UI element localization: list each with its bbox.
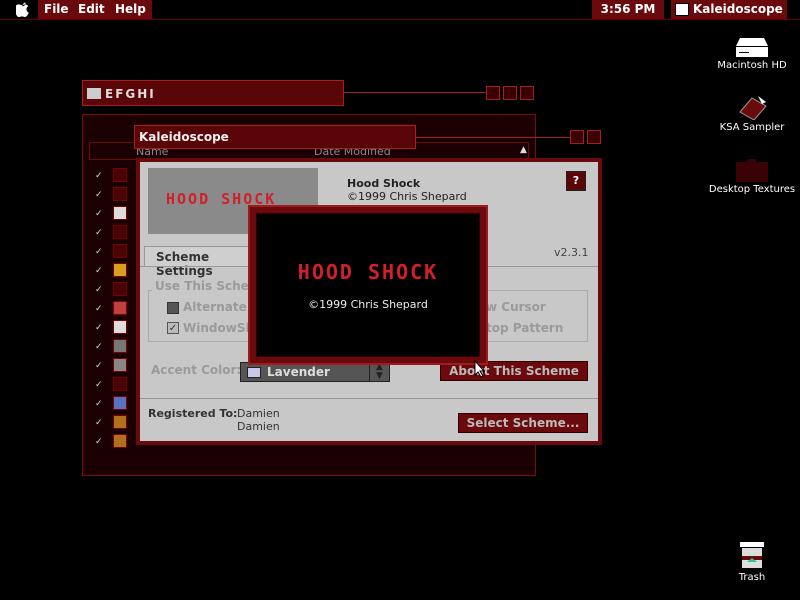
lock-icon [113,263,127,277]
about-dialog: HOOD SHOCK ©1999 Chris Shepard [248,205,488,365]
extension-icon [113,415,127,429]
control-panel-icon [113,244,127,258]
document-icon [113,320,127,334]
picture-icon [113,301,127,315]
keyboard-icon [113,396,127,410]
accent-color-popup[interactable]: Lavender ▲ ▼ [240,362,390,382]
checkmark-icon: ✓ [95,418,103,428]
checkmark-icon: ✓ [95,247,103,257]
alternate-label: Alternate [183,300,247,314]
titlebar-stripe [344,92,486,93]
desktop-icon-ksa-sampler[interactable]: KSA Sampler [704,94,800,133]
windowshade-box[interactable] [520,86,534,100]
cursor-option-label: w Cursor [486,300,546,314]
windowshade-label: WindowSh [183,321,254,335]
ksa-sampler-icon [736,94,768,121]
folder-icon [87,88,101,99]
windowshade-checkbox[interactable]: ✓ [167,322,179,334]
desktop-icon-label: Desktop Textures [708,184,796,195]
pattern-option-label: top Pattern [486,321,564,335]
scheme-copyright: ©1999 Chris Shepard [347,190,467,203]
titlebar-stripe [416,137,570,138]
finder-window-titlebar[interactable]: EFGHI [82,80,344,106]
desktop-icon-trash[interactable]: Trash [704,540,800,583]
extension-icon [113,434,127,448]
about-logo: HOOD SHOCK [297,260,439,284]
checkmark-icon: ✓ [95,266,103,276]
checkmark-icon: ✓ [95,437,103,447]
hard-disk-icon [736,38,768,58]
desktop-icon-label: Trash [738,572,766,583]
application-menu[interactable]: Kaleidoscope [671,0,787,19]
select-scheme-button[interactable]: Select Scheme... [458,413,588,433]
checkmark-icon: ✓ [95,209,103,219]
document-icon [113,206,127,220]
control-panel-icon [113,282,127,296]
control-panel-icon [113,225,127,239]
version-label: v2.3.1 [554,246,589,259]
collapse-box[interactable] [570,130,584,144]
checkmark-icon: ✓ [95,399,103,409]
checkmark-icon: ✓ [95,228,103,238]
menu-bar: File Edit Help 3:56 PM Kaleidoscope [0,0,800,20]
desktop-icon-desktop-textures[interactable]: Desktop Textures [704,158,800,195]
menu-edit[interactable]: Edit [72,0,111,19]
desktop-icon-label: Macintosh HD [717,60,787,71]
kaleidoscope-app-icon [675,3,689,16]
monitor-icon [113,358,127,372]
section-divider [140,398,598,399]
checkmark-icon: ✓ [95,361,103,371]
finder-window-title: EFGHI [105,87,156,101]
sort-triangle-icon[interactable]: ▲ [520,145,527,155]
menu-file[interactable]: File [38,0,75,19]
checkmark-icon: ✓ [95,171,103,181]
checkmark-icon: ✓ [95,190,103,200]
registered-organization: Damien [237,420,280,433]
menu-help[interactable]: Help [109,0,152,19]
menu-clock[interactable]: 3:56 PM [592,0,664,19]
checkmark-icon: ✓ [95,380,103,390]
registered-name: Damien [237,407,280,420]
kaleidoscope-titlebar[interactable]: Kaleidoscope [134,125,416,149]
about-copyright: ©1999 Chris Shepard [308,298,428,311]
about-dialog-content: HOOD SHOCK ©1999 Chris Shepard [256,213,480,357]
desktop-icon-label: KSA Sampler [719,122,785,133]
registered-to-label: Registered To: [148,407,238,420]
desktop-icon-macintosh-hd[interactable]: Macintosh HD [704,38,800,71]
checkmark-icon: ✓ [95,285,103,295]
popup-arrows-icon: ▲ ▼ [369,363,389,381]
accent-color-label: Accent Color: [151,363,242,377]
kaleidoscope-window-title: Kaleidoscope [139,130,229,144]
zoom-box[interactable] [486,86,500,100]
tab-scheme-settings[interactable]: Scheme Settings [144,246,254,278]
folder-icon [736,158,768,182]
trash-icon [739,540,765,570]
control-panel-icon [113,168,127,182]
checkmark-icon: ✓ [95,304,103,314]
apple-menu-icon[interactable] [14,2,30,18]
arrow-cursor-icon [474,359,486,378]
alternate-checkbox[interactable] [167,302,179,314]
control-panel-icon [113,187,127,201]
control-panel-icon [113,377,127,391]
checkmark-icon: ✓ [95,323,103,333]
color-swatch-icon [247,367,261,378]
accent-color-value: Lavender [267,365,330,379]
application-menu-label: Kaleidoscope [693,2,783,16]
collapse-box[interactable] [503,86,517,100]
checkmark-icon: ✓ [95,342,103,352]
help-icon[interactable]: ? [566,171,586,191]
gear-icon [113,339,127,353]
scheme-name: Hood Shock [347,177,421,190]
windowshade-box[interactable] [587,130,601,144]
